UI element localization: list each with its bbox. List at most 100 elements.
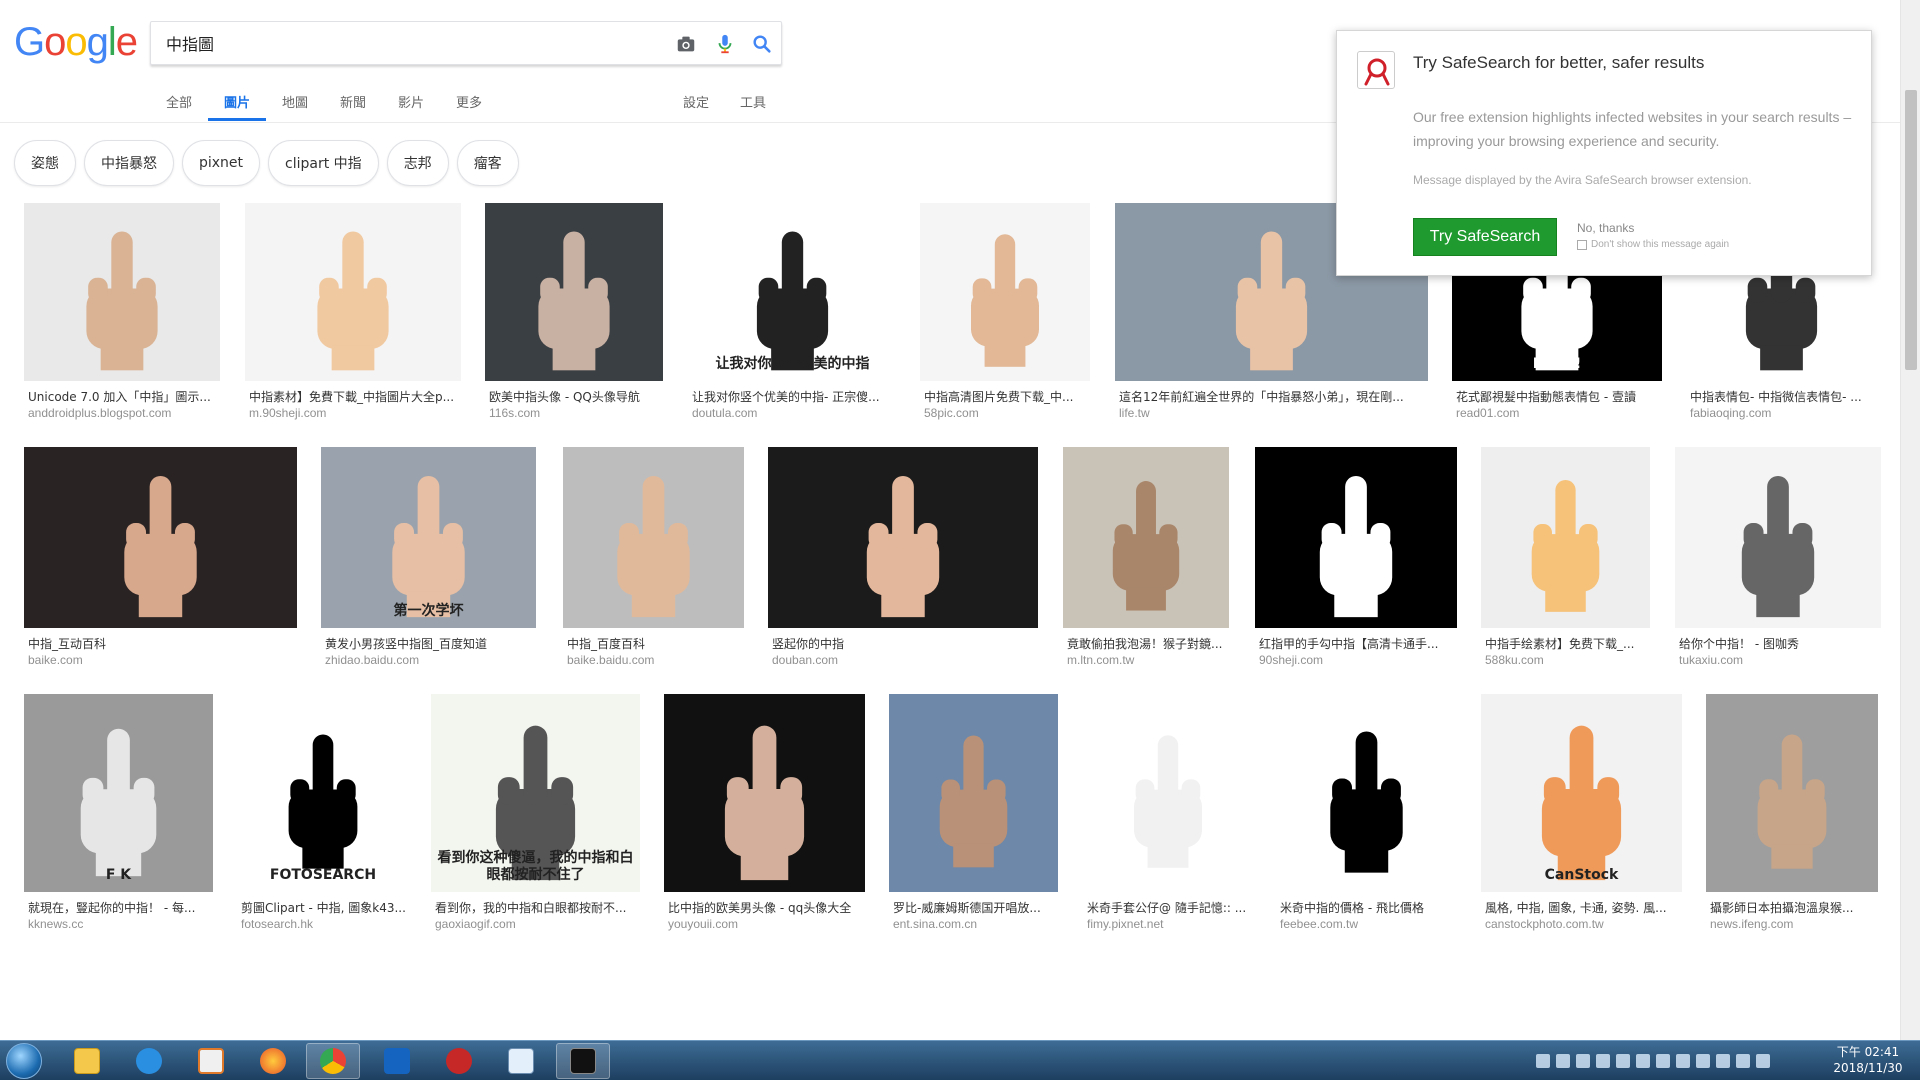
image-result-card[interactable]: 米奇中指的價格 - 飛比價格 feebee.com.tw: [1276, 694, 1457, 932]
image-result-card[interactable]: 中指高清图片免费下载_中... 58pic.com: [920, 203, 1090, 421]
related-search-chip[interactable]: 瘤客: [456, 140, 519, 186]
image-result-card[interactable]: 红指甲的手勾中指【高清卡通手... 90sheji.com: [1255, 447, 1457, 668]
search-input[interactable]: [166, 22, 646, 64]
terminal-icon[interactable]: [556, 1043, 610, 1079]
result-title[interactable]: 竟敢偷拍我泡湯！猴子對鏡...: [1063, 636, 1229, 652]
image-result-card[interactable]: 让我对你竖个优美的中指 让我对你竖个优美的中指- 正宗傻... doutula.co…: [688, 203, 897, 421]
result-title[interactable]: 中指_互动百科: [24, 636, 297, 652]
result-title[interactable]: 剪圖Clipart - 中指, 圖象k43...: [237, 900, 409, 916]
result-thumbnail[interactable]: FOTOSEARCH: [237, 694, 409, 892]
tray-keyboard-icon[interactable]: [1536, 1054, 1550, 1068]
image-result-card[interactable]: 中指_互动百科 baike.com: [24, 447, 297, 668]
file-explorer-icon[interactable]: [60, 1043, 114, 1079]
checkbox-icon[interactable]: [1577, 239, 1587, 250]
no-thanks-link[interactable]: No, thanks: [1577, 221, 1634, 235]
result-thumbnail[interactable]: [768, 447, 1038, 628]
result-thumbnail[interactable]: [24, 447, 297, 628]
camera-icon[interactable]: [675, 33, 697, 55]
result-title[interactable]: 欧美中指头像 - QQ头像导航: [485, 389, 663, 405]
internet-explorer-icon[interactable]: [122, 1043, 176, 1079]
tray-nvidia-icon[interactable]: [1636, 1054, 1650, 1068]
result-thumbnail[interactable]: [1706, 694, 1878, 892]
image-result-card[interactable]: CanStock 風格, 中指, 圖象, 卡通, 姿勢. 風... canstock…: [1481, 694, 1682, 932]
google-logo[interactable]: Google: [14, 20, 138, 64]
image-result-card[interactable]: 第一次学坏 黄发小男孩竖中指图_百度知道 zhidao.baidu.com: [321, 447, 536, 668]
result-title[interactable]: 米奇中指的價格 - 飛比價格: [1276, 900, 1457, 916]
result-title[interactable]: 中指高清图片免费下载_中...: [920, 389, 1090, 405]
notepad-icon[interactable]: [494, 1043, 548, 1079]
tab-all[interactable]: 全部: [166, 92, 192, 111]
result-thumbnail[interactable]: [1083, 694, 1253, 892]
result-title[interactable]: 就現在，豎起你的中指！ - 每...: [24, 900, 213, 916]
page-scrollbar[interactable]: [1900, 0, 1920, 1040]
image-result-card[interactable]: 中指素材】免費下載_中指圖片大全p... m.90sheji.com: [245, 203, 461, 421]
related-search-chip[interactable]: pixnet: [182, 140, 261, 186]
result-thumbnail[interactable]: [889, 694, 1058, 892]
tab-images[interactable]: 圖片: [224, 92, 250, 111]
result-thumbnail[interactable]: [1255, 447, 1457, 628]
image-result-card[interactable]: 看到你这种傻逼，我的中指和白眼都按耐不住了 看到你，我的中指和白眼都按耐不... g…: [431, 694, 640, 932]
image-result-card[interactable]: 欧美中指头像 - QQ头像导航 116s.com: [485, 203, 663, 421]
image-result-card[interactable]: 比中指的欧美男头像 - qq头像大全 youyouii.com: [664, 694, 865, 932]
related-search-chip[interactable]: 志邦: [386, 140, 449, 186]
result-title[interactable]: 看到你，我的中指和白眼都按耐不...: [431, 900, 640, 916]
tray-help-icon[interactable]: [1556, 1054, 1570, 1068]
search-icon[interactable]: [751, 33, 773, 55]
tray-monitor-icon[interactable]: [1656, 1054, 1670, 1068]
related-search-chip[interactable]: clipart 中指: [268, 140, 379, 186]
result-title[interactable]: 让我对你竖个优美的中指- 正宗傻...: [688, 389, 897, 405]
image-result-card[interactable]: 竖起你的中指 douban.com: [768, 447, 1038, 668]
tab-more[interactable]: 更多: [456, 92, 482, 111]
result-thumbnail[interactable]: 看到你这种傻逼，我的中指和白眼都按耐不住了: [431, 694, 640, 892]
result-thumbnail[interactable]: [1481, 447, 1650, 628]
result-title[interactable]: 竖起你的中指: [768, 636, 1038, 652]
result-title[interactable]: 中指素材】免費下載_中指圖片大全p...: [245, 389, 461, 405]
result-title[interactable]: 罗比-威廉姆斯德国开唱放...: [889, 900, 1058, 916]
taskbar-clock[interactable]: 下午 02:41 2018/11/30: [1822, 1044, 1914, 1076]
result-thumbnail[interactable]: [1675, 447, 1881, 628]
image-result-card[interactable]: 米奇手套公仔@ 隨手記憶:: ... fimy.pixnet.net: [1083, 694, 1253, 932]
result-thumbnail[interactable]: CanStock: [1481, 694, 1682, 892]
result-title[interactable]: 攝影師日本拍攝泡溫泉猴...: [1706, 900, 1878, 916]
network-globe-icon[interactable]: [432, 1043, 486, 1079]
tab-videos[interactable]: 影片: [398, 92, 424, 111]
related-search-chip[interactable]: 姿態: [14, 140, 76, 186]
outlook-icon[interactable]: [370, 1043, 424, 1079]
start-orb-icon[interactable]: [6, 1043, 42, 1079]
result-thumbnail[interactable]: [1063, 447, 1229, 628]
tray-security-icon[interactable]: [1676, 1054, 1690, 1068]
scrollbar-thumb[interactable]: [1905, 90, 1917, 370]
media-player-icon[interactable]: [184, 1043, 238, 1079]
result-title[interactable]: 中指表情包- 中指微信表情包- ...: [1686, 389, 1877, 405]
image-result-card[interactable]: 罗比-威廉姆斯德国开唱放... ent.sina.com.cn: [889, 694, 1058, 932]
result-title[interactable]: 给你个中指！ - 图咖秀: [1675, 636, 1881, 652]
result-title[interactable]: 红指甲的手勾中指【高清卡通手...: [1255, 636, 1457, 652]
tray-usb-icon[interactable]: [1576, 1054, 1590, 1068]
result-thumbnail[interactable]: 第一次学坏: [321, 447, 536, 628]
related-search-chip[interactable]: 中指暴怒: [84, 140, 174, 186]
result-thumbnail[interactable]: [920, 203, 1090, 381]
tools-link[interactable]: 工具: [740, 92, 766, 111]
tray-volume-icon[interactable]: [1756, 1054, 1770, 1068]
image-result-card[interactable]: 中指手绘素材】免费下载_... 588ku.com: [1481, 447, 1650, 668]
tray-network-icon[interactable]: [1736, 1054, 1750, 1068]
result-title[interactable]: 中指_百度百科: [563, 636, 744, 652]
tray-display-icon[interactable]: [1616, 1054, 1630, 1068]
result-title[interactable]: 這名12年前紅遍全世界的「中指暴怒小弟」，現在剛...: [1115, 389, 1428, 405]
result-thumbnail[interactable]: [24, 203, 220, 381]
result-thumbnail[interactable]: 让我对你竖个优美的中指: [688, 203, 897, 381]
tab-news[interactable]: 新聞: [340, 92, 366, 111]
image-result-card[interactable]: 攝影師日本拍攝泡溫泉猴... news.ifeng.com: [1706, 694, 1878, 932]
microphone-icon[interactable]: [714, 33, 736, 55]
image-result-card[interactable]: 中指_百度百科 baike.baidu.com: [563, 447, 744, 668]
result-title[interactable]: 風格, 中指, 圖象, 卡通, 姿勢. 風...: [1481, 900, 1682, 916]
dont-show-checkbox[interactable]: Don't show this message again: [1577, 239, 1729, 250]
tray-flag-icon[interactable]: [1696, 1054, 1710, 1068]
result-thumbnail[interactable]: [563, 447, 744, 628]
result-title[interactable]: 中指手绘素材】免费下载_...: [1481, 636, 1650, 652]
result-title[interactable]: 米奇手套公仔@ 隨手記憶:: ...: [1083, 900, 1253, 916]
tray-ime-icon[interactable]: [1716, 1054, 1730, 1068]
image-result-card[interactable]: FOTOSEARCH 剪圖Clipart - 中指, 圖象k43... fotose…: [237, 694, 409, 932]
result-thumbnail[interactable]: F K: [24, 694, 213, 892]
result-thumbnail[interactable]: [485, 203, 663, 381]
